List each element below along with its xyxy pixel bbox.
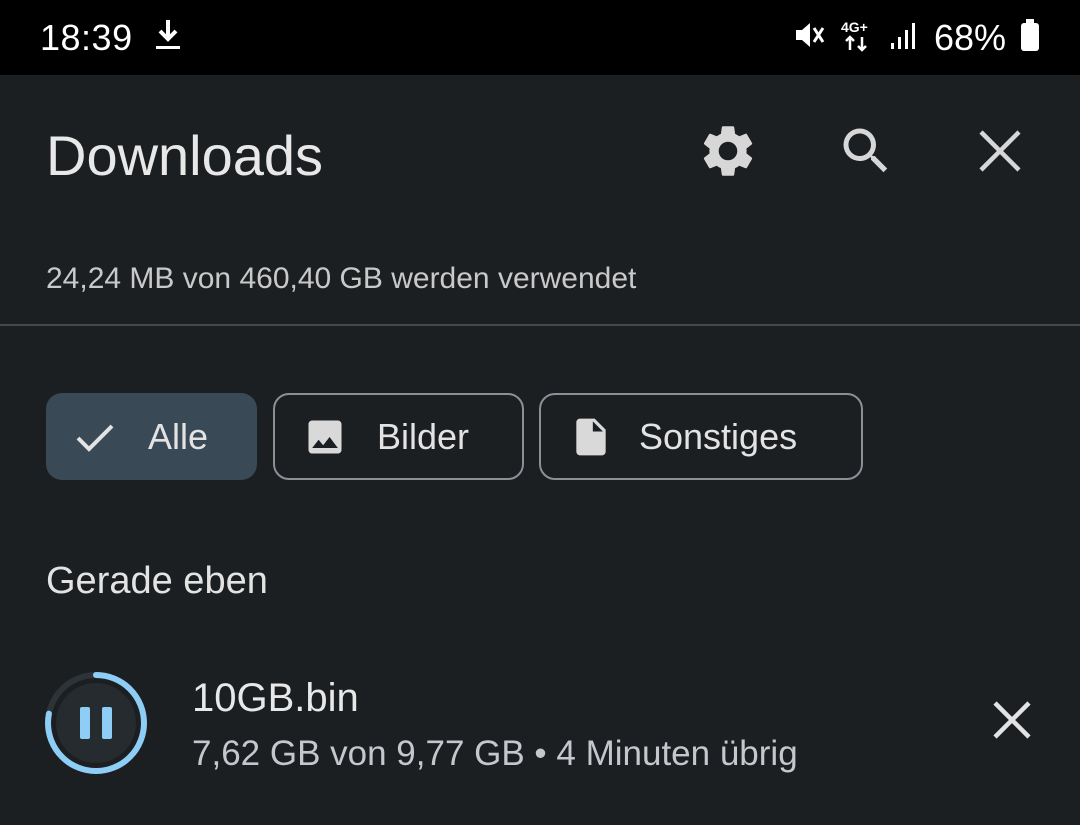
mute-icon <box>792 18 826 57</box>
pause-button[interactable] <box>43 670 149 776</box>
storage-usage-text: 24,24 MB von 460,40 GB werden verwendet <box>46 262 637 295</box>
status-time: 18:39 <box>40 16 133 58</box>
settings-button[interactable] <box>688 113 768 193</box>
status-right: 4G+ 68% <box>792 17 1040 59</box>
cancel-icon <box>991 699 1033 746</box>
file-name: 10GB.bin <box>192 676 359 720</box>
close-button[interactable] <box>960 113 1040 193</box>
battery-icon <box>1020 18 1040 57</box>
settings-icon <box>697 120 759 187</box>
status-left: 18:39 <box>40 17 181 59</box>
download-item[interactable]: 10GB.bin 7,62 GB von 9,77 GB • 4 Minuten… <box>0 650 1080 790</box>
progress-ring <box>45 672 147 774</box>
check-icon <box>74 416 116 458</box>
status-bar: 18:39 4G+ 68% <box>0 0 1080 75</box>
network-type-label: 4G+ <box>841 19 868 35</box>
download-progress-text: 7,62 GB von 9,77 GB • 4 Minuten übrig <box>192 734 798 773</box>
search-icon <box>836 121 896 186</box>
filter-chip-alle[interactable]: Alle <box>46 393 257 480</box>
file-icon <box>569 413 613 461</box>
filter-chip-sonstiges[interactable]: Sonstiges <box>539 393 863 480</box>
section-heading: Gerade eben <box>46 560 268 602</box>
filter-chip-label: Sonstiges <box>639 415 798 457</box>
battery-percent: 68% <box>933 16 1006 58</box>
image-icon <box>303 415 347 459</box>
network-icon: 4G+ <box>840 17 876 58</box>
cancel-download-button[interactable] <box>972 682 1052 762</box>
divider <box>0 324 1080 326</box>
download-icon <box>155 18 181 57</box>
filter-chip-label: Bilder <box>377 415 470 457</box>
search-button[interactable] <box>826 113 906 193</box>
page-title: Downloads <box>46 124 324 187</box>
filter-chip-label: Alle <box>148 415 209 457</box>
app-bar: Downloads <box>0 75 1080 235</box>
filter-chip-bilder[interactable]: Bilder <box>273 393 524 480</box>
signal-icon <box>890 20 920 55</box>
close-icon <box>977 128 1023 179</box>
